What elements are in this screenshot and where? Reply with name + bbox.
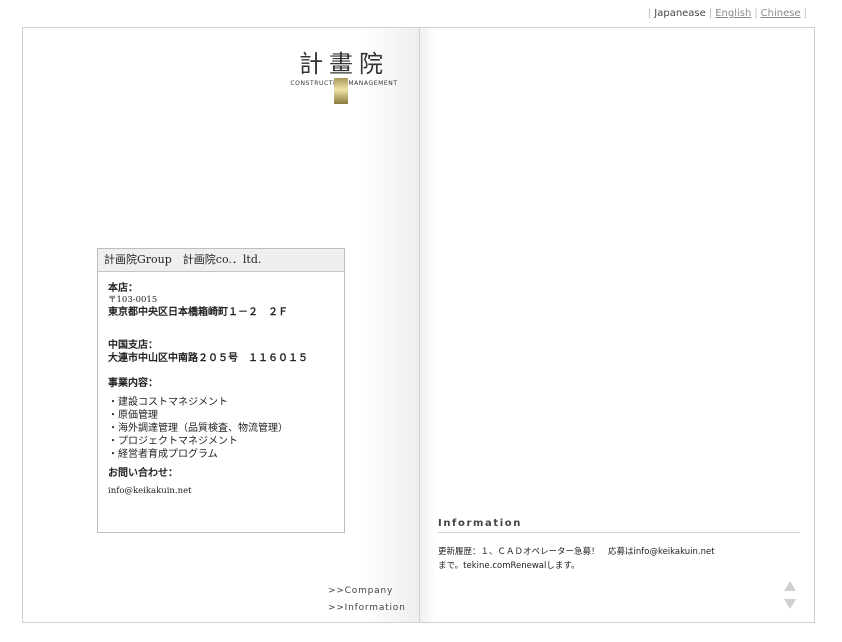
scroll-up-icon[interactable] xyxy=(784,581,796,591)
lang-english-link[interactable]: English xyxy=(715,8,751,19)
china-branch-label: 中国支店： xyxy=(108,340,158,351)
main-frame: 計畫院 Construction Management 計画院Group 計画院… xyxy=(22,27,815,623)
china-branch-address: 大連市中山区中南路２０５号 １１６０１５ xyxy=(108,353,308,364)
logo-title: 計畫院 xyxy=(299,50,389,78)
contact-label: お問い合わせ： xyxy=(108,468,178,479)
lang-japanese: Japanease xyxy=(654,8,706,19)
logo: 計畫院 Construction Management xyxy=(279,44,409,134)
head-office-address: 東京都中央区日本橋箱崎町１－２ ２Ｆ xyxy=(108,307,288,318)
seal-icon xyxy=(334,78,348,104)
right-pane: Information 更新履歴：１、ＣＡＤオペレーター急募！ 応募はinfo@… xyxy=(420,28,814,622)
separator: | xyxy=(647,8,652,19)
separator: | xyxy=(708,8,713,19)
business-item: ・海外調達管理（品質検査、物流管理） xyxy=(108,423,288,434)
information-text: 更新履歴：１、ＣＡＤオペレーター急募！ 応募はinfo@keikakuin.ne… xyxy=(438,545,715,573)
lang-chinese-link[interactable]: Chinese xyxy=(761,8,801,19)
head-office-zip: 〒103-0015 xyxy=(108,295,158,305)
information-line: まで。tekine.comRenewalします。 xyxy=(438,561,580,571)
business-item: ・建設コストマネジメント xyxy=(108,397,228,408)
business-item: ・原価管理 xyxy=(108,410,158,421)
business-item: ・プロジェクトマネジメント xyxy=(108,436,238,447)
contact-email: info@keikakuin.net xyxy=(108,486,192,496)
information-line: 更新履歴：１、ＣＡＤオペレーター急募！ 応募はinfo@keikakuin.ne… xyxy=(438,547,715,557)
company-box-body: 本店： 〒103-0015 東京都中央区日本橋箱崎町１－２ ２Ｆ 中国支店： 大… xyxy=(98,272,344,497)
business-item: ・経営者育成プログラム xyxy=(108,449,218,460)
separator: | xyxy=(803,8,807,19)
nav-company-link[interactable]: >>Company xyxy=(328,583,406,600)
information-title: Information xyxy=(438,518,800,533)
separator: | xyxy=(754,8,758,19)
scroll-down-icon[interactable] xyxy=(784,599,796,609)
language-bar: | Japanease | English | Chinese | xyxy=(645,8,810,19)
nav-information-link[interactable]: >>Information xyxy=(328,600,406,617)
left-pane: 計畫院 Construction Management 計画院Group 計画院… xyxy=(23,28,419,622)
company-info-box: 計画院Group 計画院co.．ltd. 本店： 〒103-0015 東京都中央… xyxy=(97,248,345,533)
company-box-header: 計画院Group 計画院co.．ltd. xyxy=(98,249,344,272)
business-label: 事業内容： xyxy=(108,378,158,389)
head-office-label: 本店： xyxy=(108,283,138,294)
nav-links: >>Company >>Information xyxy=(328,583,406,617)
